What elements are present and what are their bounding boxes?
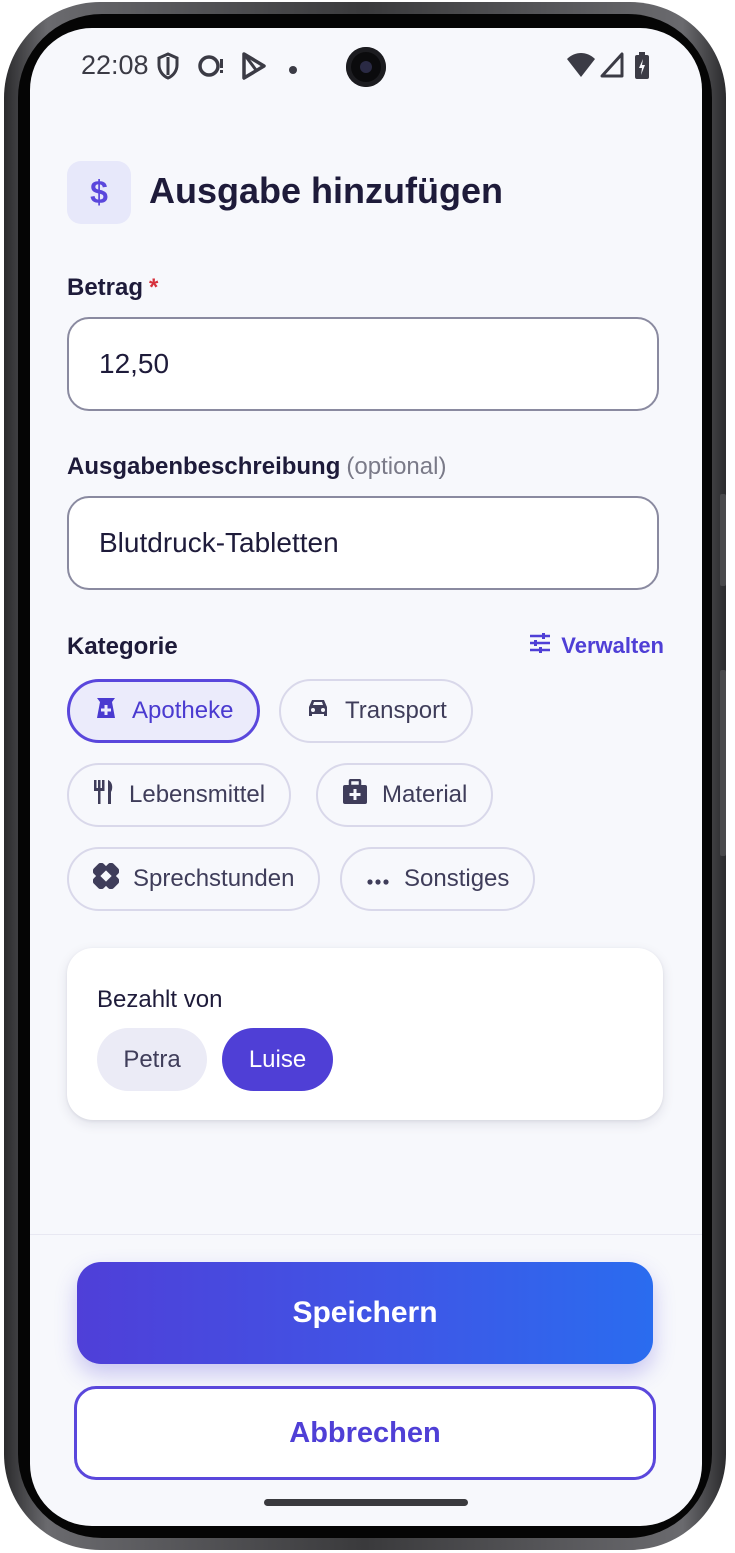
category-chip-apotheke[interactable]: Apotheke: [67, 679, 261, 743]
description-value: Blutdruck-Tabletten: [99, 527, 339, 558]
category-chip-material[interactable]: Material: [316, 763, 494, 827]
cancel-button[interactable]: Abbrechen: [74, 1386, 656, 1480]
bandage-icon: [92, 862, 120, 896]
chip-label: Sprechstunden: [133, 865, 295, 892]
description-label: Ausgabenbeschreibung (optional): [67, 453, 446, 481]
front-camera: [346, 47, 386, 87]
car-icon: [305, 697, 331, 726]
description-label-text: Ausgabenbeschreibung: [67, 453, 341, 480]
battery-charging-icon: [634, 52, 650, 85]
status-bar: 22:08: [30, 28, 702, 104]
payer-option-petra[interactable]: Petra: [97, 1028, 207, 1091]
manage-categories-button[interactable]: Verwalten: [529, 633, 664, 659]
chip-label: Lebensmittel: [129, 781, 266, 808]
chip-label: Material: [382, 781, 468, 808]
chip-label: Sonstiges: [404, 865, 510, 892]
medical-bag-icon: [342, 778, 368, 812]
status-time: 22:08: [81, 50, 149, 80]
fork-knife-icon: [93, 779, 115, 812]
pharmacy-icon: [94, 696, 118, 727]
optional-hint: (optional): [346, 453, 447, 480]
tune-icon: [529, 633, 551, 659]
amount-label: Betrag *: [67, 274, 158, 302]
category-chip-transport[interactable]: Transport: [279, 679, 473, 743]
paid-by-card: Bezahlt von Petra Luise: [67, 948, 663, 1120]
more-horizontal-icon: [366, 865, 390, 893]
shield-icon: [157, 52, 179, 85]
wifi-icon: [566, 52, 596, 83]
chip-label: Transport: [345, 697, 447, 724]
sync-alert-icon: [197, 52, 225, 85]
chip-label: Apotheke: [132, 697, 234, 724]
category-chip-sonstiges[interactable]: Sonstiges: [340, 847, 536, 911]
home-indicator[interactable]: [264, 1499, 468, 1506]
description-field[interactable]: Blutdruck-Tabletten: [67, 496, 659, 590]
payer-option-luise[interactable]: Luise: [222, 1028, 333, 1091]
manage-label: Verwalten: [561, 633, 664, 658]
notification-dot-icon: [288, 62, 298, 80]
footer-divider: [30, 1234, 702, 1235]
amount-field[interactable]: 12,50: [67, 317, 659, 411]
required-mark: *: [149, 274, 159, 301]
play-store-icon: [241, 52, 267, 85]
power-button: [720, 670, 726, 856]
paid-by-label: Bezahlt von: [97, 986, 223, 1013]
category-chip-sprechstunden[interactable]: Sprechstunden: [67, 847, 321, 911]
app-screen: 22:08 $ Ausgabe hinzufügen Betrag * 12,50: [30, 28, 702, 1526]
category-label: Kategorie: [67, 633, 178, 660]
cellular-signal-icon: [600, 52, 624, 83]
category-chip-lebensmittel[interactable]: Lebensmittel: [67, 763, 292, 827]
amount-label-text: Betrag: [67, 274, 144, 301]
volume-button: [720, 494, 726, 586]
page-title: Ausgabe hinzufügen: [149, 170, 503, 211]
save-button[interactable]: Speichern: [77, 1262, 653, 1364]
dollar-icon: $: [67, 161, 131, 224]
amount-value: 12,50: [99, 348, 170, 379]
